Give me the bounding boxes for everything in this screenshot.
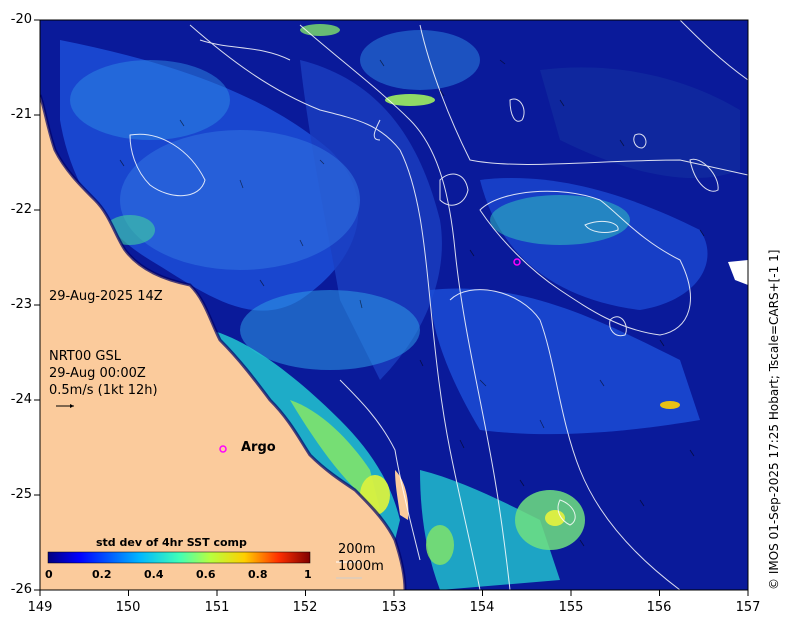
nrt-source-label: NRT00 GSL [49,349,121,364]
nrt-time-label: 29-Aug 00:00Z [49,366,146,381]
y-tick-label: -22 [10,202,32,217]
y-tick-label: -25 [10,487,32,502]
colorbar [47,551,311,564]
credit-text: © IMOS 01-Sep-2025 17:25 Hobart; Tscale=… [767,249,781,590]
colorbar-tick: 0.8 [248,568,268,581]
colorbar-tick: 0.4 [144,568,164,581]
y-tick-label: -24 [10,392,32,407]
x-tick-label: 151 [204,600,230,615]
colorbar-tick: 0.2 [92,568,112,581]
x-tick-label: 153 [381,600,407,615]
colorbar-tick: 0 [45,568,53,581]
depth-1000-label: 1000m [338,559,384,574]
x-tick-label: 156 [646,600,672,615]
x-tick-label: 149 [27,600,53,615]
map-plot-area [40,20,748,590]
x-tick-label: 155 [558,600,584,615]
argo-label: Argo [241,440,276,455]
colorbar-tick: 0.6 [196,568,216,581]
date-label: 29-Aug-2025 14Z [49,289,163,304]
y-tick-label: -20 [10,12,32,27]
x-tick-label: 157 [735,600,761,615]
sst-map [34,19,749,596]
y-tick-label: -23 [10,297,32,312]
x-tick-label: 150 [115,600,141,615]
depth-200-label: 200m [338,542,376,557]
x-tick-label: 154 [469,600,495,615]
x-tick-label: 152 [292,600,318,615]
y-tick-label: -21 [10,107,32,122]
nrt-scale-label: 0.5m/s (1kt 12h) [49,383,158,398]
colorbar-title: std dev of 4hr SST comp [96,536,247,549]
colorbar-tick: 1 [304,568,312,581]
y-tick-label: -26 [10,582,32,597]
